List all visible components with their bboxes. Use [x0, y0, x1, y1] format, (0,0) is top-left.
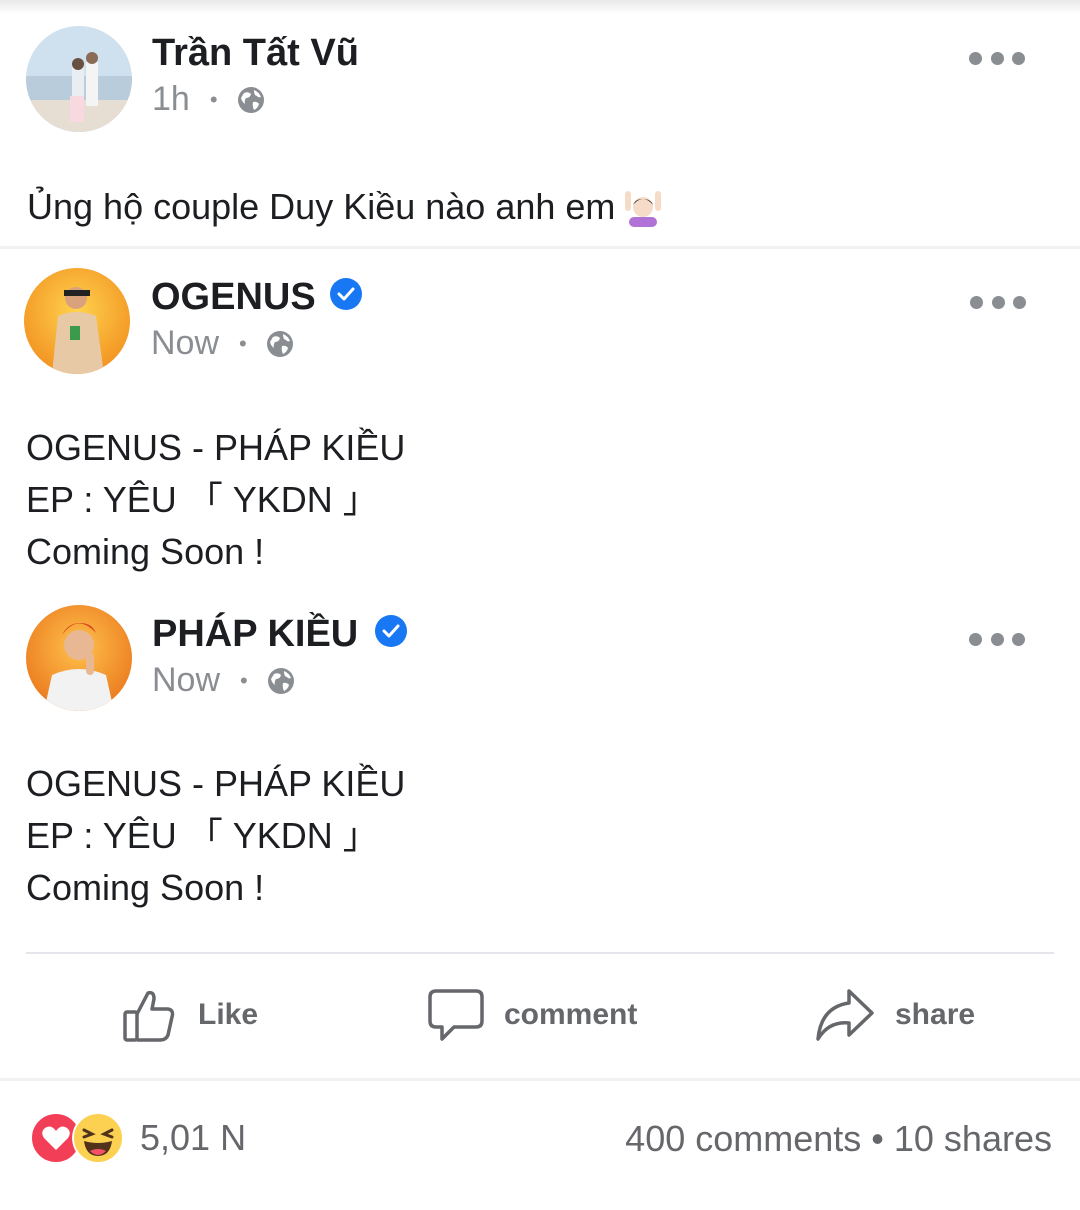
author-name[interactable]: PHÁP KIỀU	[152, 613, 358, 656]
post-caption: Ủng hộ couple Duy Kiều nào anh em	[27, 186, 663, 228]
top-shadow	[0, 0, 1080, 14]
thumbs-up-icon	[123, 990, 175, 1042]
author-name[interactable]: OGENUS	[151, 276, 316, 319]
footer-divider	[0, 1078, 1080, 1081]
caption-text: Ủng hộ couple Duy Kiều nào anh em	[27, 186, 616, 227]
shared-post-header-phap-kieu: PHÁP KIỀU Now •	[0, 605, 1080, 715]
shared-post-body: OGENUS - PHÁP KIỀU EP : YÊU 「 YKDN 」 Com…	[26, 758, 405, 914]
verified-badge-icon	[375, 615, 407, 647]
comment-icon	[428, 989, 484, 1041]
shared-post-header-ogenus: OGENUS Now •	[0, 268, 1080, 378]
post-time[interactable]: 1h	[152, 80, 190, 119]
post-meta: Now •	[152, 661, 296, 700]
globe-icon	[267, 667, 294, 694]
meta-separator: •	[239, 330, 247, 356]
post-time[interactable]: Now	[152, 661, 220, 700]
verified-badge-icon	[330, 278, 362, 310]
like-button[interactable]: Like	[122, 985, 258, 1045]
shared-post-body: OGENUS - PHÁP KIỀU EP : YÊU 「 YKDN 」 Com…	[26, 422, 405, 578]
actions-divider	[26, 952, 1054, 954]
share-label: share	[895, 998, 976, 1031]
comment-label: comment	[504, 998, 638, 1031]
post-divider	[0, 246, 1080, 249]
meta-separator: •	[209, 86, 218, 112]
body-line: Coming Soon !	[26, 867, 265, 908]
avatar[interactable]	[26, 26, 132, 132]
like-label: Like	[198, 998, 259, 1031]
body-line: EP : YÊU 「 YKDN 」	[26, 479, 379, 520]
globe-icon	[237, 86, 264, 113]
body-line: EP : YÊU 「 YKDN 」	[26, 815, 379, 856]
reactions-count: 5,01 N	[140, 1117, 247, 1158]
avatar[interactable]	[24, 268, 130, 374]
body-line: OGENUS - PHÁP KIỀU	[26, 427, 406, 468]
share-button[interactable]: share	[815, 985, 975, 1045]
meta-separator: •	[240, 667, 248, 693]
author-name[interactable]: Trần Tất Vũ	[152, 32, 359, 75]
reactions-summary[interactable]: 5,01 N	[30, 1112, 246, 1164]
comment-button[interactable]: comment	[428, 985, 637, 1045]
post-meta: Now •	[151, 324, 295, 363]
post-meta: 1h •	[152, 80, 266, 119]
woman-gesturing-ok-emoji-icon	[625, 191, 662, 227]
more-options-icon[interactable]	[970, 292, 1026, 312]
post-header: Trần Tất Vũ 1h •	[0, 26, 1080, 136]
post-time[interactable]: Now	[151, 324, 219, 363]
body-line: Coming Soon !	[26, 531, 265, 572]
body-line: OGENUS - PHÁP KIỀU	[26, 763, 406, 804]
more-options-icon[interactable]	[969, 629, 1025, 649]
globe-icon	[266, 330, 293, 357]
share-arrow-icon	[816, 989, 874, 1041]
more-options-icon[interactable]	[969, 48, 1025, 68]
comments-shares-count[interactable]: 400 comments • 10 shares	[625, 1118, 1052, 1160]
avatar[interactable]	[26, 605, 132, 711]
haha-reaction-icon	[72, 1112, 124, 1164]
